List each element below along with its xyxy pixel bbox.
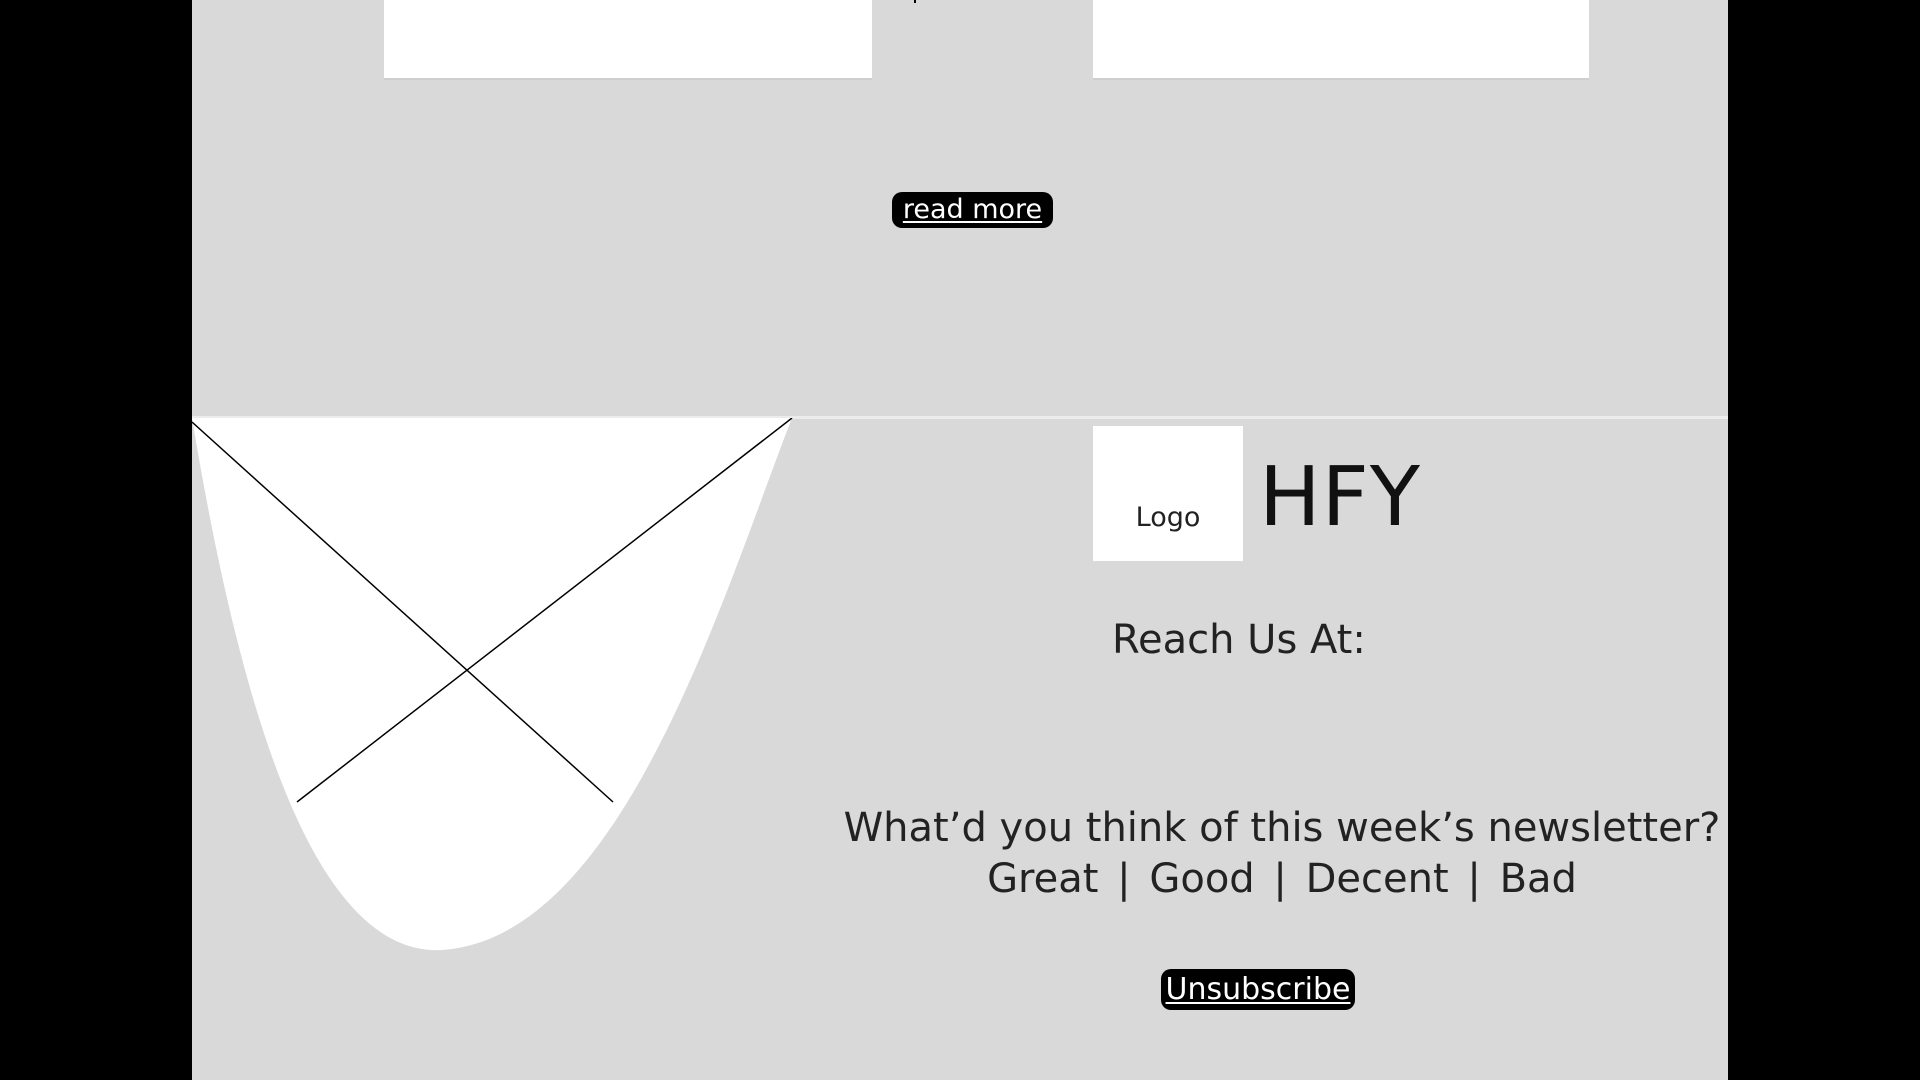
brand-name: HFY	[1259, 450, 1421, 545]
content-card-left	[384, 0, 916, 80]
feedback-option-bad[interactable]: Bad	[1500, 856, 1577, 902]
reach-us-heading: Reach Us At:	[1112, 617, 1366, 663]
logo-placeholder: Logo	[1093, 426, 1243, 561]
logo-label: Logo	[1135, 502, 1201, 533]
content-card-right	[1093, 0, 1589, 80]
feedback-separator: |	[1117, 856, 1131, 902]
feedback-question: What’d you think of this week’s newslett…	[843, 805, 1721, 851]
feedback-separator: |	[1467, 856, 1481, 902]
card-text-fragment	[914, 0, 916, 3]
feedback-option-good[interactable]: Good	[1149, 856, 1254, 902]
read-more-button[interactable]: read more	[892, 192, 1053, 228]
feedback-option-great[interactable]: Great	[987, 856, 1098, 902]
placeholder-blob	[192, 418, 792, 951]
unsubscribe-button[interactable]: Unsubscribe	[1161, 969, 1355, 1010]
feedback-separator: |	[1273, 856, 1287, 902]
feedback-option-decent[interactable]: Decent	[1306, 856, 1449, 902]
newsletter-canvas: read more Logo HFY Reach Us At: What’d y…	[192, 0, 1728, 1080]
feedback-options: Great | Good | Decent | Bad	[837, 856, 1727, 902]
image-placeholder-icon	[192, 418, 793, 951]
